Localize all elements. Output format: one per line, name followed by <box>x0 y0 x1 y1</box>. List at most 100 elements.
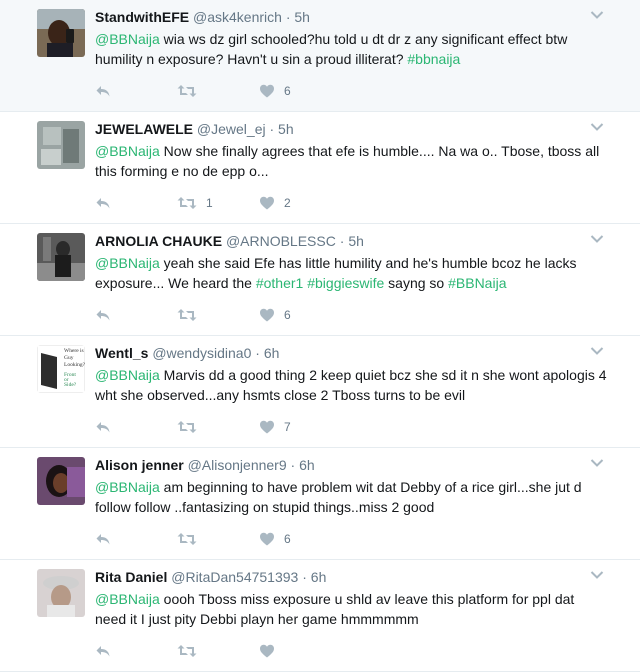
reply-button[interactable] <box>95 531 177 547</box>
retweet-button[interactable]: 1 <box>177 195 259 211</box>
hashtag-link[interactable]: #biggieswife <box>307 275 384 291</box>
tweet-actions: 6 <box>95 519 628 559</box>
chevron-down-icon[interactable] <box>590 346 604 356</box>
mention-link[interactable]: @BBNaija <box>95 255 160 271</box>
mention-link[interactable]: @BBNaija <box>95 591 160 607</box>
avatar[interactable] <box>37 9 85 57</box>
avatar-photo-woman <box>37 457 85 505</box>
display-name[interactable]: Alison jenner <box>95 457 184 473</box>
avatar-photo-person <box>37 233 85 281</box>
tweet-actions <box>95 631 628 671</box>
mention-link[interactable]: @BBNaija <box>95 367 160 383</box>
reply-button[interactable] <box>95 307 177 323</box>
chevron-down-icon[interactable] <box>590 570 604 580</box>
chevron-down-icon[interactable] <box>590 122 604 132</box>
heart-icon <box>260 308 274 322</box>
display-name[interactable]: ARNOLIA CHAUKE <box>95 233 222 249</box>
tweet-text-segment: wia ws dz girl schooled?hu told u dt dr … <box>95 31 568 67</box>
tweet-text-segment: sayng so <box>384 275 449 291</box>
hashtag-link[interactable]: #BBNaija <box>448 275 506 291</box>
hashtag-link[interactable]: #bbnaija <box>407 51 460 67</box>
like-button[interactable]: 6 <box>259 83 341 99</box>
like-button[interactable] <box>259 643 341 659</box>
user-handle[interactable]: @ARNOBLESSC <box>226 233 336 249</box>
user-handle[interactable]: @Alisonjenner9 <box>188 457 287 473</box>
reply-button[interactable] <box>95 83 177 99</box>
avatar[interactable] <box>37 569 85 617</box>
reply-icon <box>96 310 110 321</box>
heart-icon <box>260 644 274 658</box>
retweet-icon <box>177 421 197 433</box>
separator-dot: · <box>281 9 295 25</box>
user-handle[interactable]: @RitaDan54751393 <box>171 569 298 585</box>
reply-button[interactable] <box>95 195 177 211</box>
reply-button[interactable] <box>95 643 177 659</box>
tweet-text: @BBNaija wia ws dz girl schooled?hu told… <box>95 29 628 69</box>
user-handle[interactable]: @Jewel_ej <box>197 121 266 137</box>
tweet-text-segment: Now she finally agrees that efe is humbl… <box>95 143 600 179</box>
tweet[interactable]: StandwithEFE @ask4kenrich · 5h @BBNaija w… <box>0 0 640 112</box>
mention-link[interactable]: @BBNaija <box>95 479 160 495</box>
like-button[interactable]: 7 <box>259 419 341 435</box>
tweet[interactable]: JEWELAWELE @Jewel_ej · 5h @BBNaija Now sh… <box>0 112 640 224</box>
reply-button[interactable] <box>95 419 177 435</box>
display-name[interactable]: StandwithEFE <box>95 9 189 25</box>
like-count: 6 <box>284 532 291 546</box>
tweet-timestamp[interactable]: 6h <box>264 345 280 361</box>
tweet-text: @BBNaija am beginning to have problem wi… <box>95 477 628 517</box>
tweet[interactable]: Rita Daniel @RitaDan54751393 · 6h @BBNaij… <box>0 560 640 672</box>
like-button[interactable]: 6 <box>259 307 341 323</box>
reply-icon <box>96 422 110 433</box>
retweet-button[interactable] <box>177 307 259 323</box>
retweet-icon <box>177 533 197 545</box>
chevron-down-icon[interactable] <box>590 10 604 20</box>
tweet-header: Wentl_s @wendysidina0 · 6h <box>95 344 628 362</box>
avatar-book-text: Side? <box>64 382 77 388</box>
tweet-text: @BBNaija Marvis dd a good thing 2 keep q… <box>95 365 628 405</box>
tweet-timestamp[interactable]: 6h <box>311 569 327 585</box>
heart-icon <box>260 420 274 434</box>
mention-link[interactable]: @BBNaija <box>95 143 160 159</box>
tweet-actions: 6 <box>95 295 628 335</box>
tweet-timestamp[interactable]: 5h <box>294 9 310 25</box>
display-name[interactable]: JEWELAWELE <box>95 121 193 137</box>
reply-icon <box>96 86 110 97</box>
avatar[interactable] <box>37 457 85 505</box>
separator-dot: · <box>265 121 279 137</box>
like-count: 6 <box>284 84 291 98</box>
chevron-down-icon[interactable] <box>590 234 604 244</box>
chevron-down-icon[interactable] <box>590 458 604 468</box>
tweet[interactable]: Alison jenner @Alisonjenner9 · 6h @BBNaij… <box>0 448 640 560</box>
tweet-text: @BBNaija Now she finally agrees that efe… <box>95 141 628 181</box>
avatar-book-text: Guy <box>64 355 74 361</box>
heart-icon <box>260 196 274 210</box>
hashtag-link[interactable]: #other1 <box>256 275 303 291</box>
tweet[interactable]: Where is theGuyLooking?FrontorSide? Wentl… <box>0 336 640 448</box>
retweet-button[interactable] <box>177 83 259 99</box>
tweet[interactable]: ARNOLIA CHAUKE @ARNOBLESSC · 5h @BBNaija … <box>0 224 640 336</box>
avatar-book-text: Where is the <box>64 348 85 354</box>
like-button[interactable]: 2 <box>259 195 341 211</box>
display-name[interactable]: Wentl_s <box>95 345 148 361</box>
retweet-button[interactable] <box>177 531 259 547</box>
tweet-timestamp[interactable]: 5h <box>278 121 294 137</box>
retweet-count: 1 <box>206 196 213 210</box>
tweet-actions: 6 <box>95 71 628 111</box>
avatar[interactable] <box>37 233 85 281</box>
like-button[interactable]: 6 <box>259 531 341 547</box>
retweet-button[interactable] <box>177 419 259 435</box>
tweet-header: Alison jenner @Alisonjenner9 · 6h <box>95 456 628 474</box>
retweet-button[interactable] <box>177 643 259 659</box>
retweet-icon <box>177 645 197 657</box>
reply-icon <box>96 646 110 657</box>
avatar-photo-wall <box>37 121 85 169</box>
tweet-timestamp[interactable]: 5h <box>348 233 364 249</box>
tweet-text: @BBNaija yeah she said Efe has little hu… <box>95 253 628 293</box>
avatar[interactable] <box>37 121 85 169</box>
display-name[interactable]: Rita Daniel <box>95 569 167 585</box>
mention-link[interactable]: @BBNaija <box>95 31 160 47</box>
user-handle[interactable]: @ask4kenrich <box>193 9 282 25</box>
tweet-timestamp[interactable]: 6h <box>299 457 315 473</box>
user-handle[interactable]: @wendysidina0 <box>152 345 251 361</box>
avatar[interactable]: Where is theGuyLooking?FrontorSide? <box>37 345 85 393</box>
